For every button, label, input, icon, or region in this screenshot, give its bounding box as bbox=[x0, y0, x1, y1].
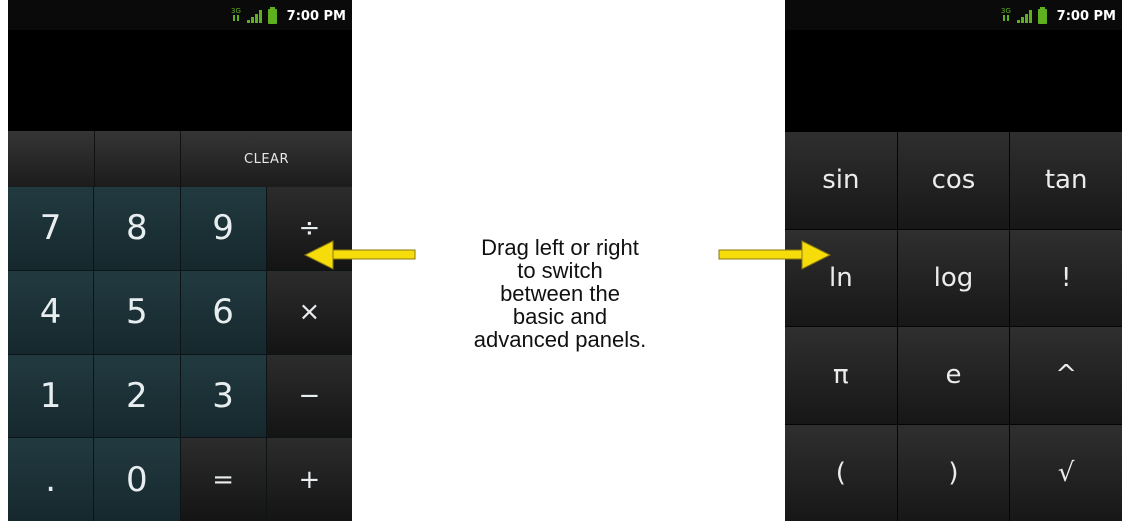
cell-signal-icon bbox=[246, 9, 262, 23]
key-factorial[interactable]: ! bbox=[1010, 229, 1122, 326]
key-equals[interactable]: = bbox=[180, 438, 266, 521]
key-tan[interactable]: tan bbox=[1010, 132, 1122, 229]
key-decimal[interactable]: . bbox=[8, 438, 94, 521]
key-sqrt[interactable]: √ bbox=[1010, 424, 1122, 521]
basic-panel-screen: 3G 7:00 PM CLEAR 7 8 9 ÷ 4 5 6 × 1 2 3 −… bbox=[8, 0, 352, 521]
status-time: 7:00 PM bbox=[286, 8, 346, 24]
status-time: 7:00 PM bbox=[1056, 8, 1116, 24]
clear-row: CLEAR bbox=[8, 131, 352, 187]
key-3[interactable]: 3 bbox=[180, 354, 266, 438]
key-1[interactable]: 1 bbox=[8, 354, 94, 438]
key-sin[interactable]: sin bbox=[785, 132, 897, 229]
advanced-keypad: sin cos tan ln log ! π e ^ ( ) √ bbox=[785, 132, 1122, 521]
key-cos[interactable]: cos bbox=[897, 132, 1010, 229]
key-plus[interactable]: + bbox=[266, 438, 352, 521]
instruction-line: Drag left or right bbox=[481, 235, 639, 260]
key-close-paren[interactable]: ) bbox=[897, 424, 1010, 521]
key-0[interactable]: 0 bbox=[94, 438, 180, 521]
key-multiply[interactable]: × bbox=[266, 270, 352, 354]
key-e[interactable]: e bbox=[897, 327, 1010, 424]
instruction-line: advanced panels. bbox=[473, 327, 647, 352]
calculator-display[interactable] bbox=[8, 30, 352, 131]
key-4[interactable]: 4 bbox=[8, 270, 94, 354]
battery-icon bbox=[267, 6, 277, 24]
right-arrow-icon bbox=[718, 240, 832, 270]
key-6[interactable]: 6 bbox=[180, 270, 266, 354]
key-power[interactable]: ^ bbox=[1010, 327, 1122, 424]
instruction-line: basic and bbox=[512, 304, 608, 329]
data-signal-icon: 3G bbox=[1001, 6, 1011, 26]
key-log[interactable]: log bbox=[897, 229, 1010, 326]
key-9[interactable]: 9 bbox=[180, 187, 266, 270]
status-bar: 3G 7:00 PM bbox=[785, 0, 1122, 30]
instruction-line: between the bbox=[500, 281, 620, 306]
svg-text:3G: 3G bbox=[231, 7, 241, 15]
advanced-panel-screen: 3G 7:00 PM sin cos tan ln log ! π e ^ ( … bbox=[785, 0, 1122, 521]
svg-text:3G: 3G bbox=[1001, 7, 1011, 15]
instruction-text: Drag left or right to switch between the… bbox=[440, 236, 680, 351]
key-minus[interactable]: − bbox=[266, 354, 352, 438]
data-signal-icon: 3G bbox=[231, 6, 241, 26]
key-2[interactable]: 2 bbox=[94, 354, 180, 438]
left-arrow-icon bbox=[303, 240, 416, 270]
key-5[interactable]: 5 bbox=[94, 270, 180, 354]
key-open-paren[interactable]: ( bbox=[785, 424, 897, 521]
cell-signal-icon bbox=[1016, 9, 1032, 23]
basic-keypad: 7 8 9 ÷ 4 5 6 × 1 2 3 − . 0 = + bbox=[8, 187, 352, 521]
key-8[interactable]: 8 bbox=[94, 187, 180, 270]
key-pi[interactable]: π bbox=[785, 327, 897, 424]
calculator-display[interactable] bbox=[785, 30, 1122, 132]
instruction-line: to switch bbox=[517, 258, 603, 283]
battery-icon bbox=[1037, 6, 1047, 24]
clear-button[interactable]: CLEAR bbox=[181, 131, 352, 187]
key-7[interactable]: 7 bbox=[8, 187, 94, 270]
status-bar: 3G 7:00 PM bbox=[8, 0, 352, 30]
